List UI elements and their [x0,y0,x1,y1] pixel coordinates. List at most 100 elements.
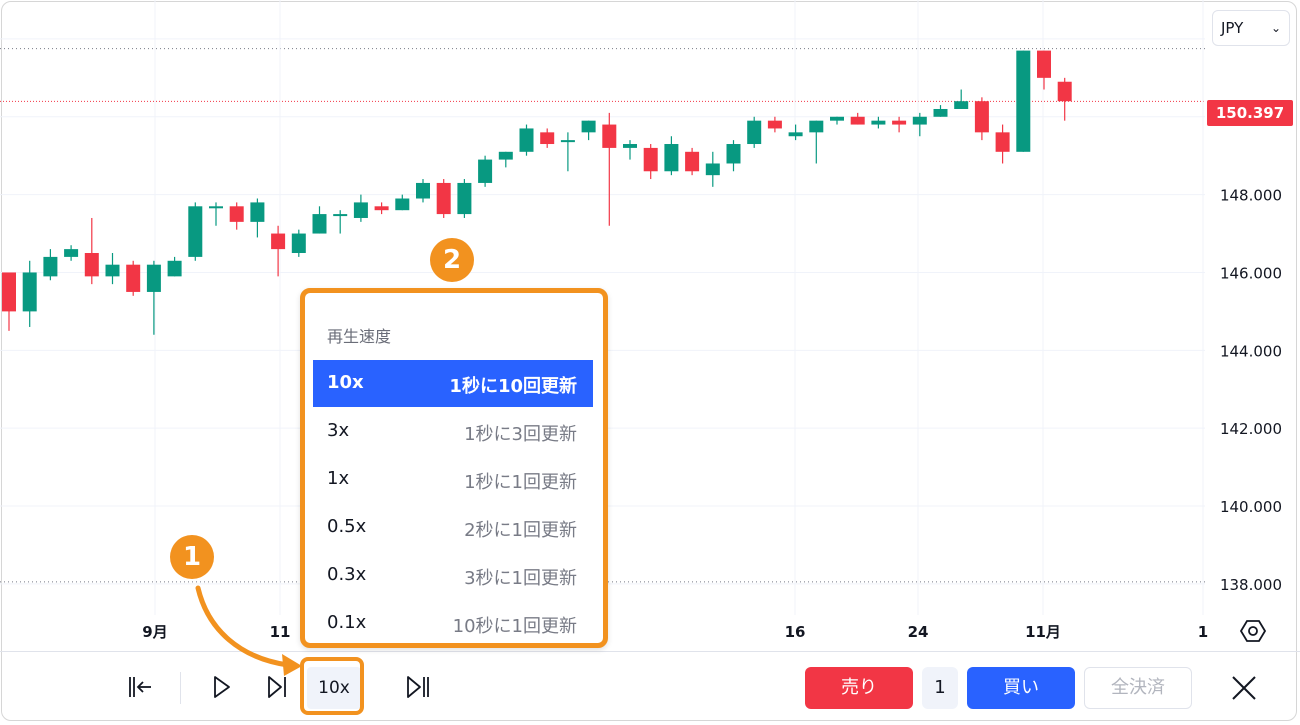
candle [954,89,969,109]
candle [229,202,244,230]
candle-body [2,272,16,312]
candle [416,179,430,203]
speed-option-0.3x[interactable]: 0.3x 3秒に1回更新 [313,552,593,599]
candle [892,116,907,133]
chevron-down-icon: ⌄ [1270,21,1281,35]
candle-body [1057,81,1072,102]
candle-body [416,182,430,199]
candle-body [974,101,989,133]
speed-option-3x[interactable]: 3x 1秒に3回更新 [313,408,593,455]
candle-body [892,120,907,125]
candle [188,202,203,261]
price-axis-label: 140.000 [1220,498,1282,516]
speed-option-0.1x[interactable]: 0.1x 10秒に1回更新 [313,600,593,647]
candle-body [809,120,824,133]
candle-body [830,116,844,121]
candle-body [623,144,637,148]
buy-button[interactable]: 買い [967,667,1075,709]
candle [395,194,410,211]
candle [1057,77,1072,121]
candle-body [457,182,472,215]
speed-option-10x[interactable]: 10x 1秒に10回更新 [313,360,593,407]
candle [291,229,306,257]
candle-body [498,151,513,160]
candle [105,253,120,285]
candle [498,151,513,168]
candle-body [747,120,762,145]
speed-option-desc: 1秒に3回更新 [464,424,577,445]
speed-option-1x[interactable]: 1x 1秒に1回更新 [313,456,593,503]
candle-body [436,182,451,215]
currency-label: JPY [1221,19,1244,37]
candle-body [850,116,865,125]
price-axis-label: 142.000 [1220,420,1282,438]
candle [871,116,886,129]
go-to-start-icon[interactable] [125,672,155,702]
candle-body [271,233,286,250]
candle-body [560,140,575,143]
speed-option-key: 3x [327,420,350,441]
candle-body [353,202,368,218]
speed-option-0.5x[interactable]: 0.5x 2秒に1回更新 [313,504,593,551]
quantity-field[interactable]: 1 [922,667,958,709]
settings-icon[interactable] [1240,618,1266,644]
candle [809,120,824,164]
candle [312,206,327,234]
candle [457,179,472,218]
candle [767,116,782,133]
time-axis-label: 24 [908,623,929,641]
candle-body [333,214,348,217]
candle-body [581,120,596,133]
close-icon[interactable] [1228,672,1260,704]
speed-option-desc: 2秒に1回更新 [464,520,577,541]
toolbar-divider [180,672,181,704]
playback-speed-menu: 再生速度 10x 1秒に10回更新 3x 1秒に3回更新 1x 1秒に1回更新 … [300,288,608,648]
candle [726,140,741,172]
candle-body [767,120,782,129]
candle-body [167,260,182,277]
candle [685,147,700,176]
speed-option-desc: 1秒に1回更新 [464,472,577,493]
candle [643,144,658,180]
speed-option-key: 0.3x [327,564,367,585]
close-all-button[interactable]: 全決済 [1084,667,1192,709]
candle [602,112,617,226]
callout-number-1: 1 [170,535,214,579]
candle [64,245,79,261]
candle [581,120,596,141]
candle [747,116,762,148]
candle [830,116,844,125]
speed-option-key: 10x [327,372,364,393]
candle-body [64,249,79,257]
candle-body [602,124,617,148]
candle-body [188,206,203,257]
candle [2,272,16,331]
time-axis-label: 16 [785,623,806,641]
candle-body [643,147,658,172]
sell-button[interactable]: 売り [805,667,913,709]
candle [353,194,368,222]
candle-body [726,144,741,164]
jump-to-realtime-icon[interactable] [403,672,433,702]
candle-body [229,206,244,222]
current-price-badge: 150.397 [1207,100,1293,126]
candle-body [912,116,927,125]
candle [623,140,637,160]
candle [995,124,1010,164]
currency-select[interactable]: JPY ⌄ [1212,10,1290,46]
candle-body [312,214,327,234]
candle [84,217,99,285]
candle [436,179,451,218]
candle-body [126,264,141,292]
speed-option-desc: 1秒に10回更新 [449,376,577,397]
candle-body [22,272,37,312]
time-axis-label: 9月 [142,623,167,641]
candle-body [685,151,700,172]
price-axis-label: 146.000 [1220,264,1282,282]
speed-option-key: 0.1x [327,612,367,633]
candle [250,198,265,238]
candle [974,97,989,141]
candle [43,249,58,281]
candle [788,124,803,141]
time-axis-label: 1 [1198,623,1208,641]
